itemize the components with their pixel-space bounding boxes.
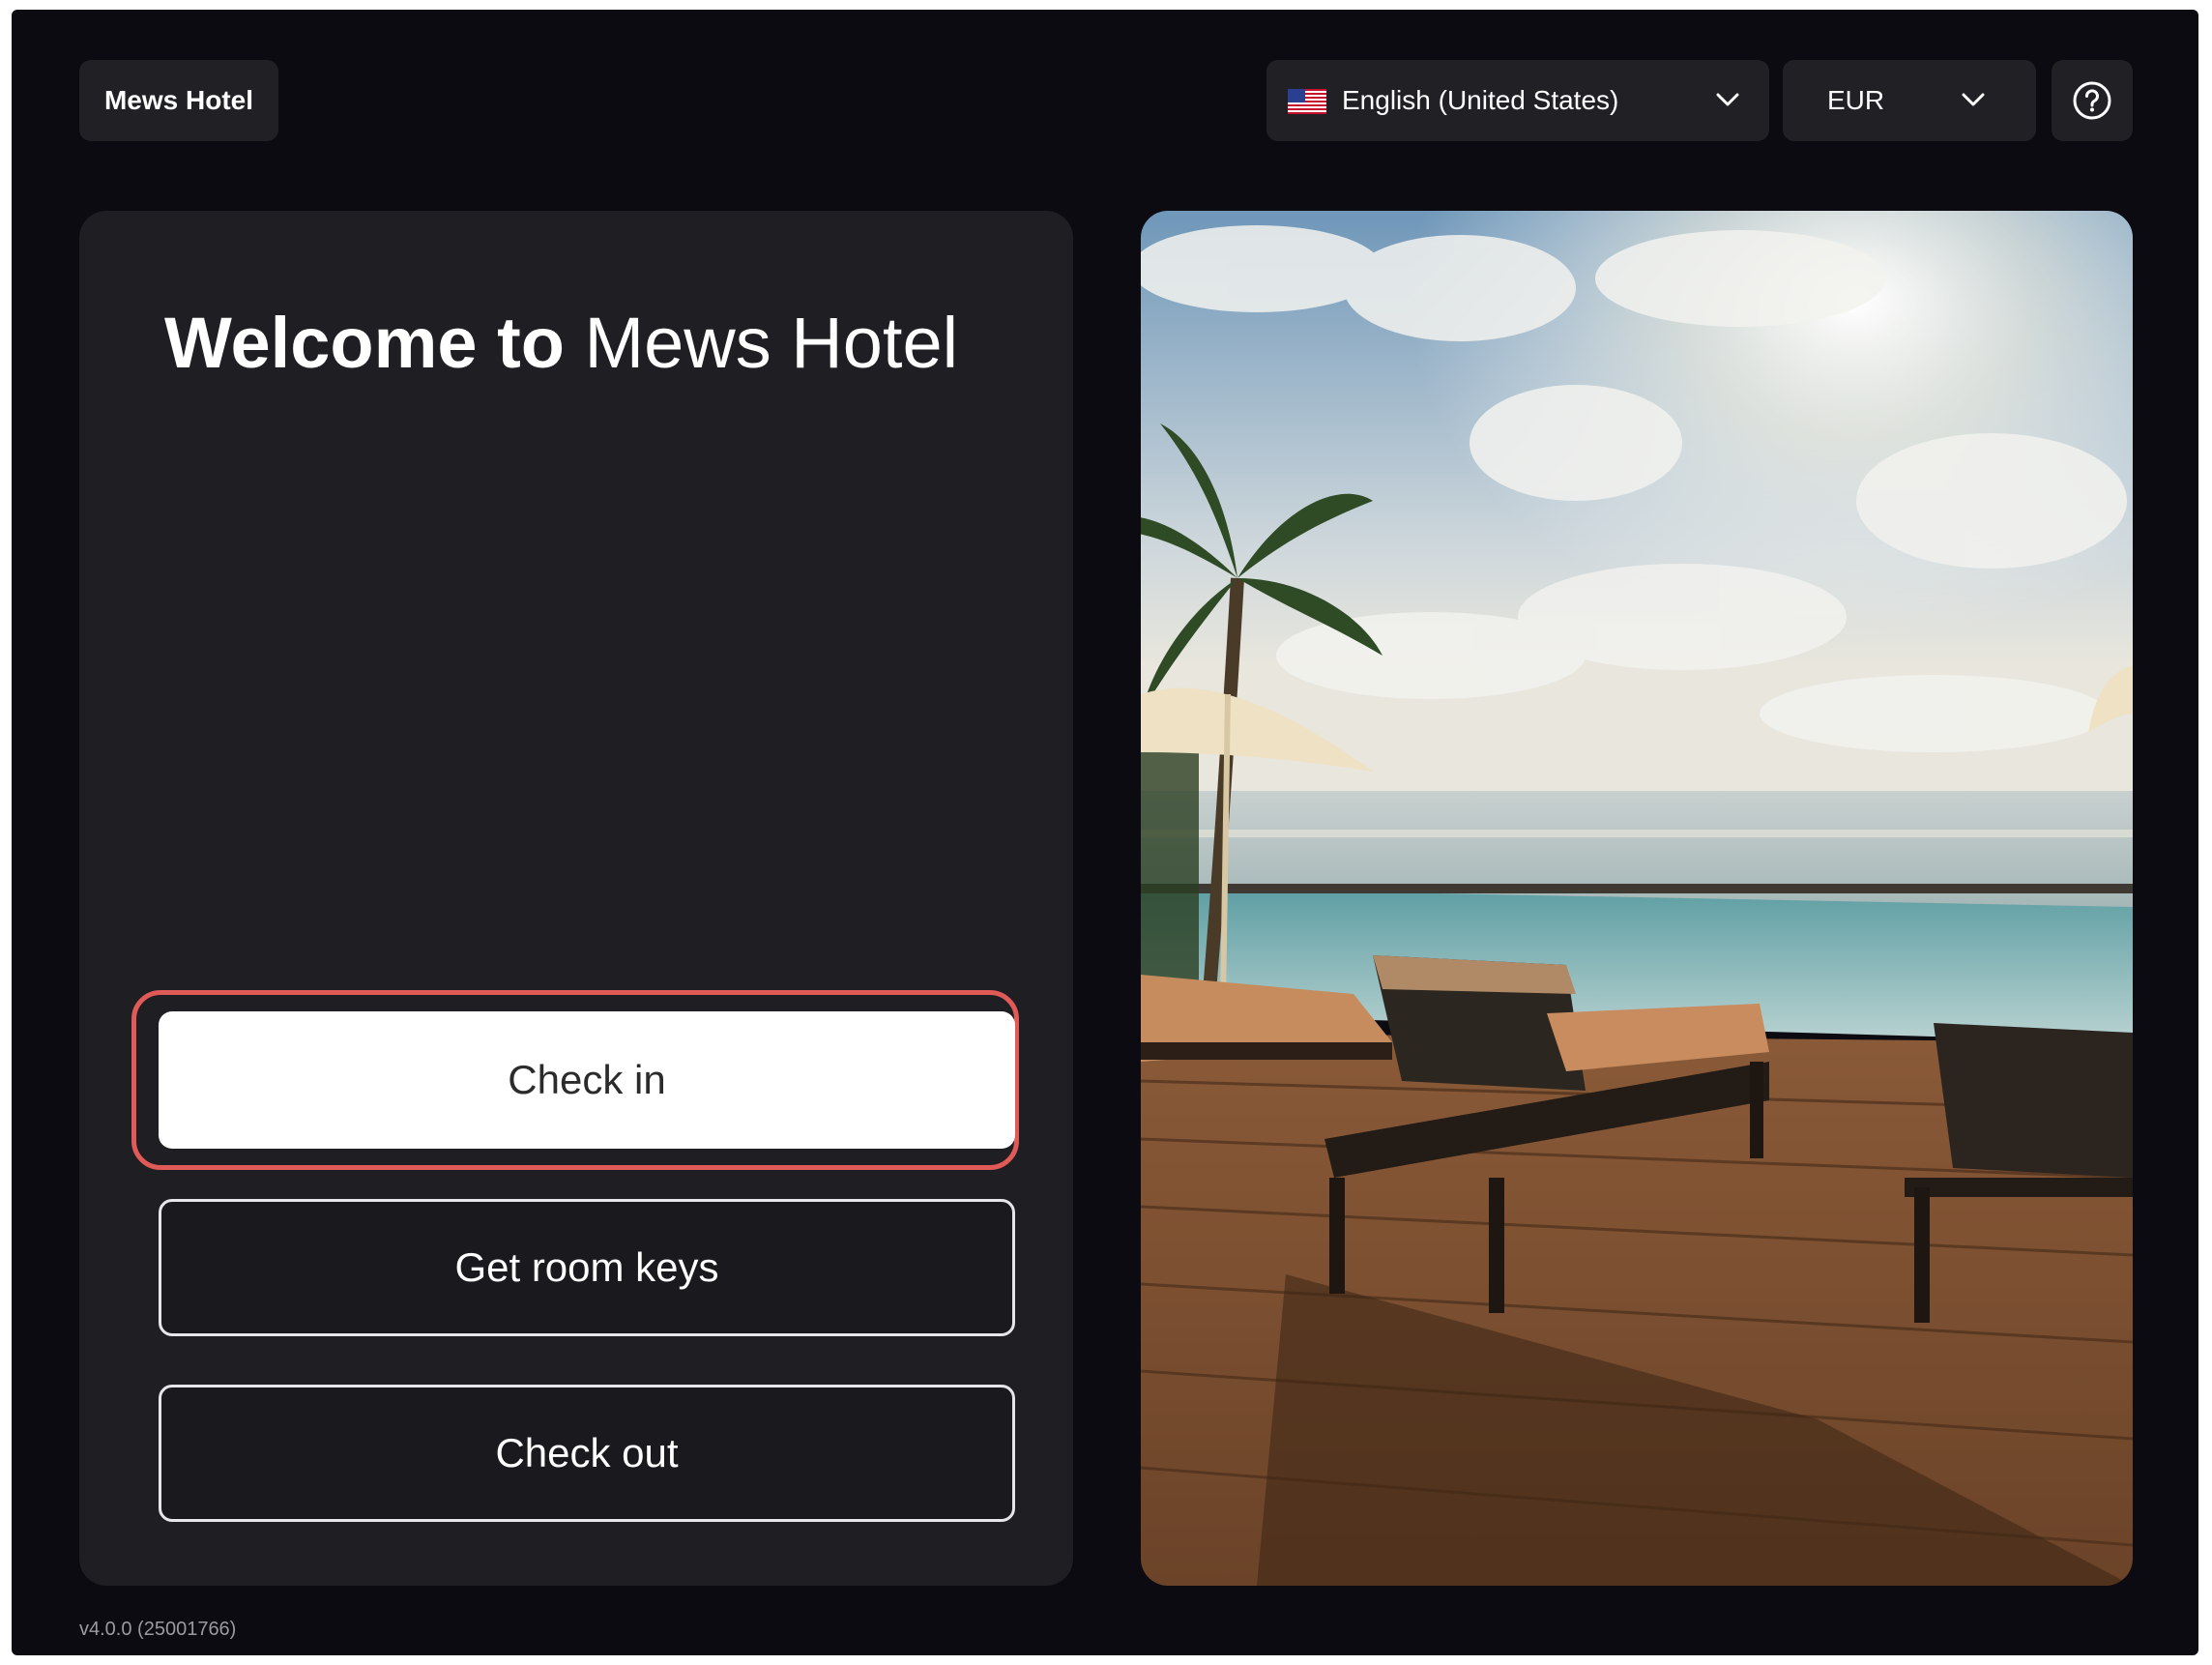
check-in-button[interactable]: Check in	[159, 1011, 1015, 1149]
chevron-down-icon	[1716, 93, 1739, 106]
welcome-hotel-name: Mews Hotel	[584, 303, 959, 383]
welcome-title: Welcome to Mews Hotel	[164, 300, 1015, 387]
check-out-button[interactable]: Check out	[159, 1385, 1015, 1522]
get-room-keys-button[interactable]: Get room keys	[159, 1199, 1015, 1336]
hotel-name: Mews Hotel	[103, 85, 254, 115]
check-out-label: Check out	[495, 1430, 679, 1475]
welcome-prefix: Welcome to	[164, 303, 565, 383]
language-label: English (United States)	[1342, 85, 1619, 115]
kiosk-screen: Mews Hotel English (United States) EUR W…	[12, 10, 2198, 1655]
currency-select[interactable]: EUR	[1783, 60, 2036, 141]
get-room-keys-label: Get room keys	[454, 1244, 719, 1290]
app-version: v4.0.0 (25001766)	[79, 1619, 237, 1640]
help-button[interactable]	[2052, 60, 2133, 141]
language-select[interactable]: English (United States)	[1266, 60, 1769, 141]
chevron-down-icon	[1962, 93, 1985, 106]
currency-label: EUR	[1827, 85, 1885, 115]
hotel-photo	[1141, 211, 2133, 1586]
check-in-label: Check in	[508, 1057, 666, 1102]
us-flag-icon	[1288, 89, 1326, 114]
welcome-panel: Welcome to Mews Hotel Check in Get room …	[79, 211, 1073, 1586]
hotel-name-badge: Mews Hotel	[79, 60, 278, 141]
help-icon	[2073, 81, 2111, 120]
